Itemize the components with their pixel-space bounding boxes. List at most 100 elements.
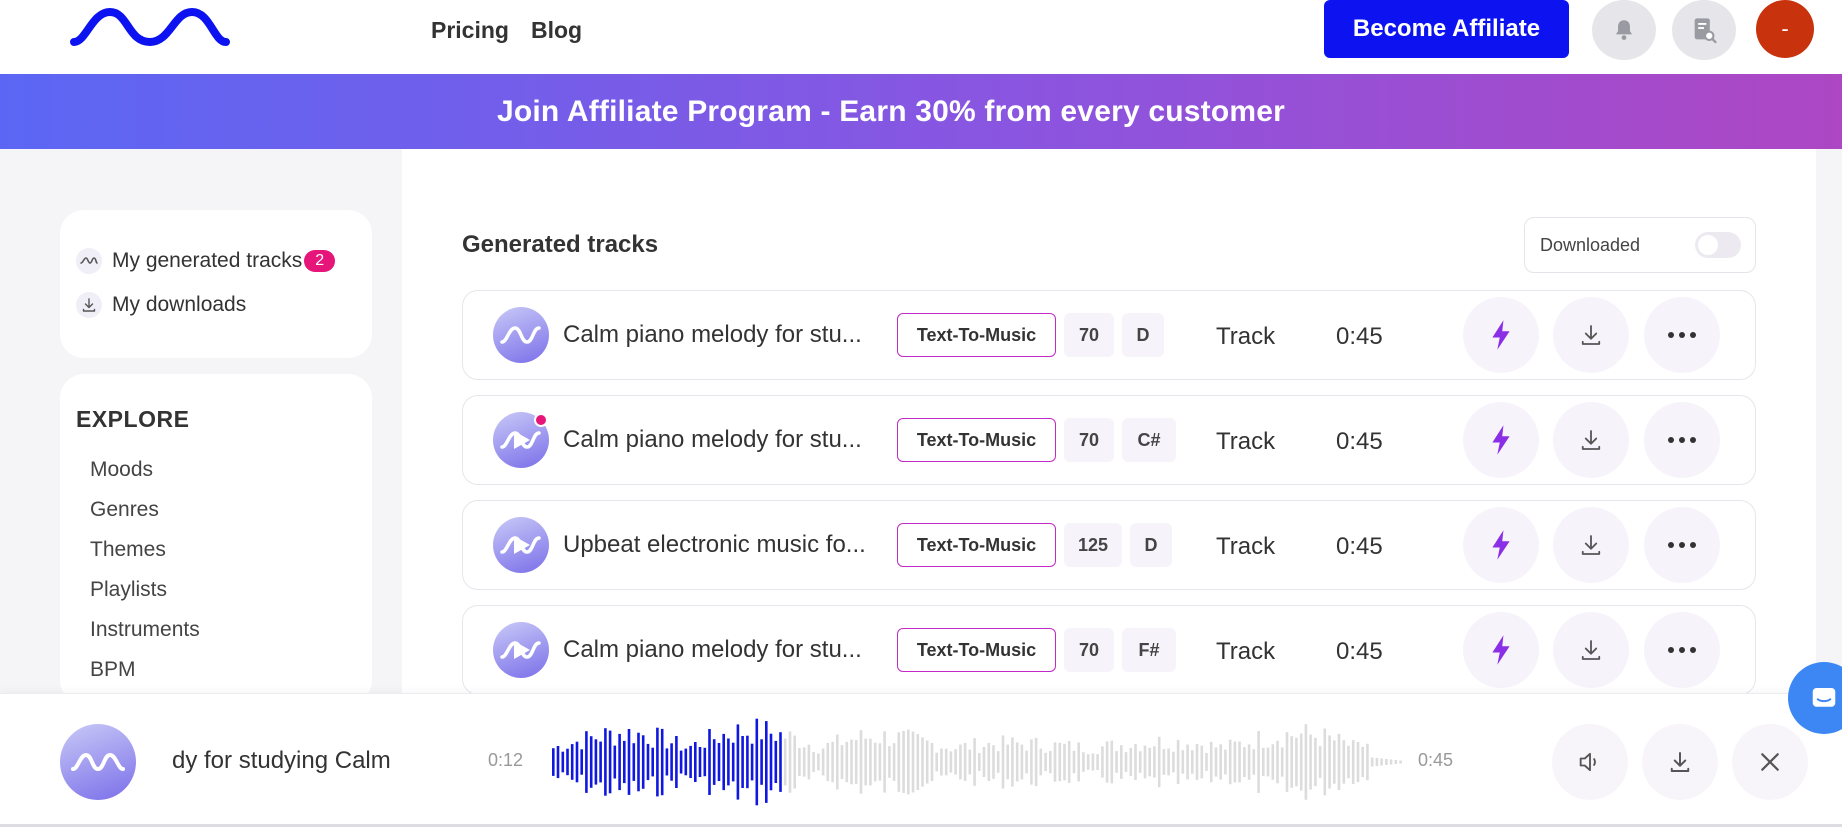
waveform-bar xyxy=(1181,750,1185,774)
track-title[interactable]: Calm piano melody for stu... xyxy=(563,426,893,454)
track-play-thumbnail[interactable] xyxy=(493,517,549,573)
track-more-button[interactable] xyxy=(1644,507,1720,583)
generate-similar-button[interactable] xyxy=(1463,507,1539,583)
nav-pricing[interactable]: Pricing xyxy=(431,17,509,44)
track-play-thumbnail[interactable] xyxy=(493,622,549,678)
explore-item-genres[interactable]: Genres xyxy=(90,498,159,522)
player-close-button[interactable] xyxy=(1732,724,1808,800)
sidebar-item-downloads[interactable]: My downloads xyxy=(76,292,246,318)
waveform-bar xyxy=(1129,748,1133,776)
track-more-button[interactable] xyxy=(1644,402,1720,478)
track-type-tag[interactable]: Text-To-Music xyxy=(897,523,1056,567)
sidebar-item-generated-tracks[interactable]: My generated tracks 2 xyxy=(76,248,336,274)
explore-item-playlists[interactable]: Playlists xyxy=(90,578,167,602)
waveform-bar xyxy=(930,743,934,781)
waveform-bar xyxy=(1105,741,1109,783)
waveform-bar xyxy=(1228,739,1232,785)
player-waveform[interactable] xyxy=(552,716,1404,808)
player-download-button[interactable] xyxy=(1642,724,1718,800)
more-horizontal-icon xyxy=(1668,647,1696,653)
waveform-bar xyxy=(963,743,967,781)
waveform-bar xyxy=(793,735,796,789)
user-avatar[interactable]: - xyxy=(1756,0,1814,58)
explore-item-bpm[interactable]: BPM xyxy=(90,658,136,682)
waveform-bar xyxy=(1337,733,1341,790)
affiliate-banner[interactable]: Join Affiliate Program - Earn 30% from e… xyxy=(0,74,1842,149)
track-row[interactable]: Calm piano melody for stu... Text-To-Mus… xyxy=(462,290,1756,380)
download-icon xyxy=(76,292,102,318)
waveform-bar xyxy=(959,744,962,780)
sidebar-item-label: My generated tracks xyxy=(112,249,303,272)
track-row[interactable]: Upbeat electronic music fo... Text-To-Mu… xyxy=(462,500,1756,590)
waveform-bar xyxy=(656,727,659,797)
track-bpm: 70 xyxy=(1064,628,1114,672)
generate-similar-button[interactable] xyxy=(1463,612,1539,688)
generate-similar-button[interactable] xyxy=(1463,297,1539,373)
track-play-thumbnail[interactable] xyxy=(493,307,549,363)
downloaded-toggle[interactable] xyxy=(1695,232,1741,258)
waveform-bar xyxy=(585,731,588,793)
waveform-bar xyxy=(722,733,725,791)
track-row[interactable]: Calm piano melody for stu... Text-To-Mus… xyxy=(462,395,1756,485)
track-more-button[interactable] xyxy=(1644,297,1720,373)
track-title[interactable]: Calm piano melody for stu... xyxy=(563,321,893,349)
waveform-bar xyxy=(1153,746,1156,778)
track-kind: Track xyxy=(1216,638,1276,665)
volume-button[interactable] xyxy=(1552,724,1628,800)
track-title[interactable]: Calm piano melody for stu... xyxy=(563,636,893,664)
waveform-bar xyxy=(627,729,631,795)
generate-similar-button[interactable] xyxy=(1463,402,1539,478)
track-duration: 0:45 xyxy=(1336,428,1383,455)
waveform-bar xyxy=(552,748,555,776)
waveform-bar xyxy=(845,741,849,783)
waveform-bar xyxy=(982,747,986,777)
waveform-bar xyxy=(1049,750,1052,774)
download-icon xyxy=(1581,535,1601,555)
waveform-bar xyxy=(1328,735,1331,789)
explore-item-themes[interactable]: Themes xyxy=(90,538,166,562)
player-cover-thumbnail xyxy=(60,724,136,800)
download-icon xyxy=(1670,752,1690,772)
waveform-bar xyxy=(1238,741,1241,783)
player-total-time: 0:45 xyxy=(1418,750,1454,770)
waveform-bar xyxy=(769,733,773,791)
waveform-bar xyxy=(888,746,891,778)
track-download-button[interactable] xyxy=(1553,507,1629,583)
track-type-tag[interactable]: Text-To-Music xyxy=(897,418,1056,462)
notifications-button[interactable] xyxy=(1592,0,1656,60)
track-type-tag[interactable]: Text-To-Music xyxy=(897,313,1056,357)
track-kind: Track xyxy=(1216,323,1276,350)
bolt-icon xyxy=(1492,530,1510,560)
waveform-bar xyxy=(1276,740,1279,784)
track-type-tag[interactable]: Text-To-Music xyxy=(897,628,1056,672)
waveform-bar xyxy=(916,734,920,790)
track-row[interactable]: Calm piano melody for stu... Text-To-Mus… xyxy=(462,605,1756,695)
waveform-bar xyxy=(1011,737,1014,787)
waveform-bar xyxy=(589,736,593,788)
track-duration: 0:45 xyxy=(1336,638,1383,665)
waveform-bar xyxy=(1110,740,1114,784)
waveform-bar xyxy=(821,748,825,776)
downloaded-filter: Downloaded xyxy=(1524,217,1756,273)
document-search-button[interactable] xyxy=(1672,0,1736,60)
track-play-thumbnail[interactable] xyxy=(493,412,549,468)
waveform-bar xyxy=(608,730,612,794)
explore-item-instruments[interactable]: Instruments xyxy=(90,618,200,642)
waveform-bar xyxy=(897,732,901,792)
waveform-bar xyxy=(665,748,669,776)
track-download-button[interactable] xyxy=(1553,402,1629,478)
waveform-bar xyxy=(1195,744,1199,780)
waveform-bar xyxy=(1191,750,1194,774)
track-title[interactable]: Upbeat electronic music fo... xyxy=(563,531,893,559)
explore-item-moods[interactable]: Moods xyxy=(90,458,153,482)
track-download-button[interactable] xyxy=(1553,612,1629,688)
waveform-bar xyxy=(1138,751,1142,773)
become-affiliate-button[interactable]: Become Affiliate xyxy=(1324,0,1569,58)
waveform-bar xyxy=(1351,740,1355,784)
nav-blog[interactable]: Blog xyxy=(531,17,582,44)
logo-wave-icon[interactable] xyxy=(70,6,230,52)
waveform-bar xyxy=(1034,737,1038,787)
waveform-bar xyxy=(755,718,759,806)
track-download-button[interactable] xyxy=(1553,297,1629,373)
track-more-button[interactable] xyxy=(1644,612,1720,688)
